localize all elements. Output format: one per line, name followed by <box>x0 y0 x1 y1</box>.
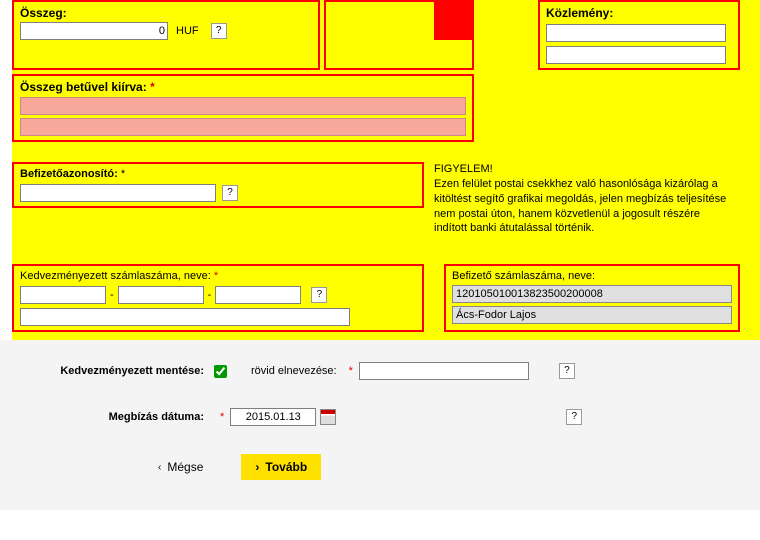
short-name-label: rövid elnevezése: <box>251 365 337 377</box>
beneficiary-label: Kedvezményezett számlaszáma, neve: * <box>20 270 416 282</box>
remark-input-1[interactable] <box>546 24 726 42</box>
beneficiary-account-2[interactable] <box>118 286 204 304</box>
amount-words-label: Összeg betűvel kiírva: * <box>20 80 466 94</box>
payer-account-label: Befizető számlaszáma, neve: <box>452 270 732 282</box>
beneficiary-account-1[interactable] <box>20 286 106 304</box>
save-beneficiary-row: Kedvezményezett mentése: rövid elnevezés… <box>14 362 746 380</box>
payer-account-group: Befizető számlaszáma, neve: 120105010013… <box>444 264 740 332</box>
save-beneficiary-label: Kedvezményezett mentése: <box>14 365 214 377</box>
chevron-right-icon: › <box>255 460 259 474</box>
help-icon[interactable]: ? <box>211 23 227 39</box>
date-input[interactable] <box>230 408 316 426</box>
next-button[interactable]: › Tovább <box>241 454 321 480</box>
payer-account-value: 120105010013823500200008 <box>452 285 732 303</box>
amount-input[interactable] <box>20 22 168 40</box>
amount-words-line1[interactable] <box>20 97 466 115</box>
payer-id-label: Befizetőazonosító: * <box>20 168 416 180</box>
cancel-button[interactable]: ‹ Mégse <box>144 454 217 480</box>
red-square <box>434 0 474 40</box>
amount-group: Összeg: HUF ? <box>12 0 320 70</box>
dash: - <box>110 289 114 301</box>
payer-name-value: Ács-Fodor Lajos <box>452 306 732 324</box>
amount-currency: HUF <box>176 25 199 37</box>
beneficiary-group: Kedvezményezett számlaszáma, neve: * - -… <box>12 264 424 332</box>
payer-id-input[interactable] <box>20 184 216 202</box>
short-name-input[interactable] <box>359 362 529 380</box>
remark-group: Közlemény: <box>538 0 740 70</box>
remark-input-2[interactable] <box>546 46 726 64</box>
save-beneficiary-checkbox[interactable] <box>214 365 227 378</box>
help-icon[interactable]: ? <box>222 185 238 201</box>
remark-label: Közlemény: <box>546 6 732 20</box>
amount-label: Összeg: <box>20 6 312 20</box>
mid-placeholder <box>324 0 474 70</box>
beneficiary-account-3[interactable] <box>215 286 301 304</box>
amount-words-line2[interactable] <box>20 118 466 136</box>
date-row: Megbízás dátuma: * ? <box>14 408 746 426</box>
help-icon[interactable]: ? <box>566 409 582 425</box>
date-label: Megbízás dátuma: <box>14 411 214 423</box>
calendar-icon[interactable] <box>320 409 336 425</box>
warning-text: FIGYELEM! Ezen felület postai csekkhez v… <box>434 162 734 236</box>
payer-id-group: Befizetőazonosító: * ? <box>12 162 424 208</box>
amount-words-group: Összeg betűvel kiírva: * <box>12 74 474 142</box>
chevron-left-icon: ‹ <box>158 462 161 473</box>
help-icon[interactable]: ? <box>559 363 575 379</box>
dash: - <box>208 289 212 301</box>
beneficiary-name-input[interactable] <box>20 308 350 326</box>
help-icon[interactable]: ? <box>311 287 327 303</box>
